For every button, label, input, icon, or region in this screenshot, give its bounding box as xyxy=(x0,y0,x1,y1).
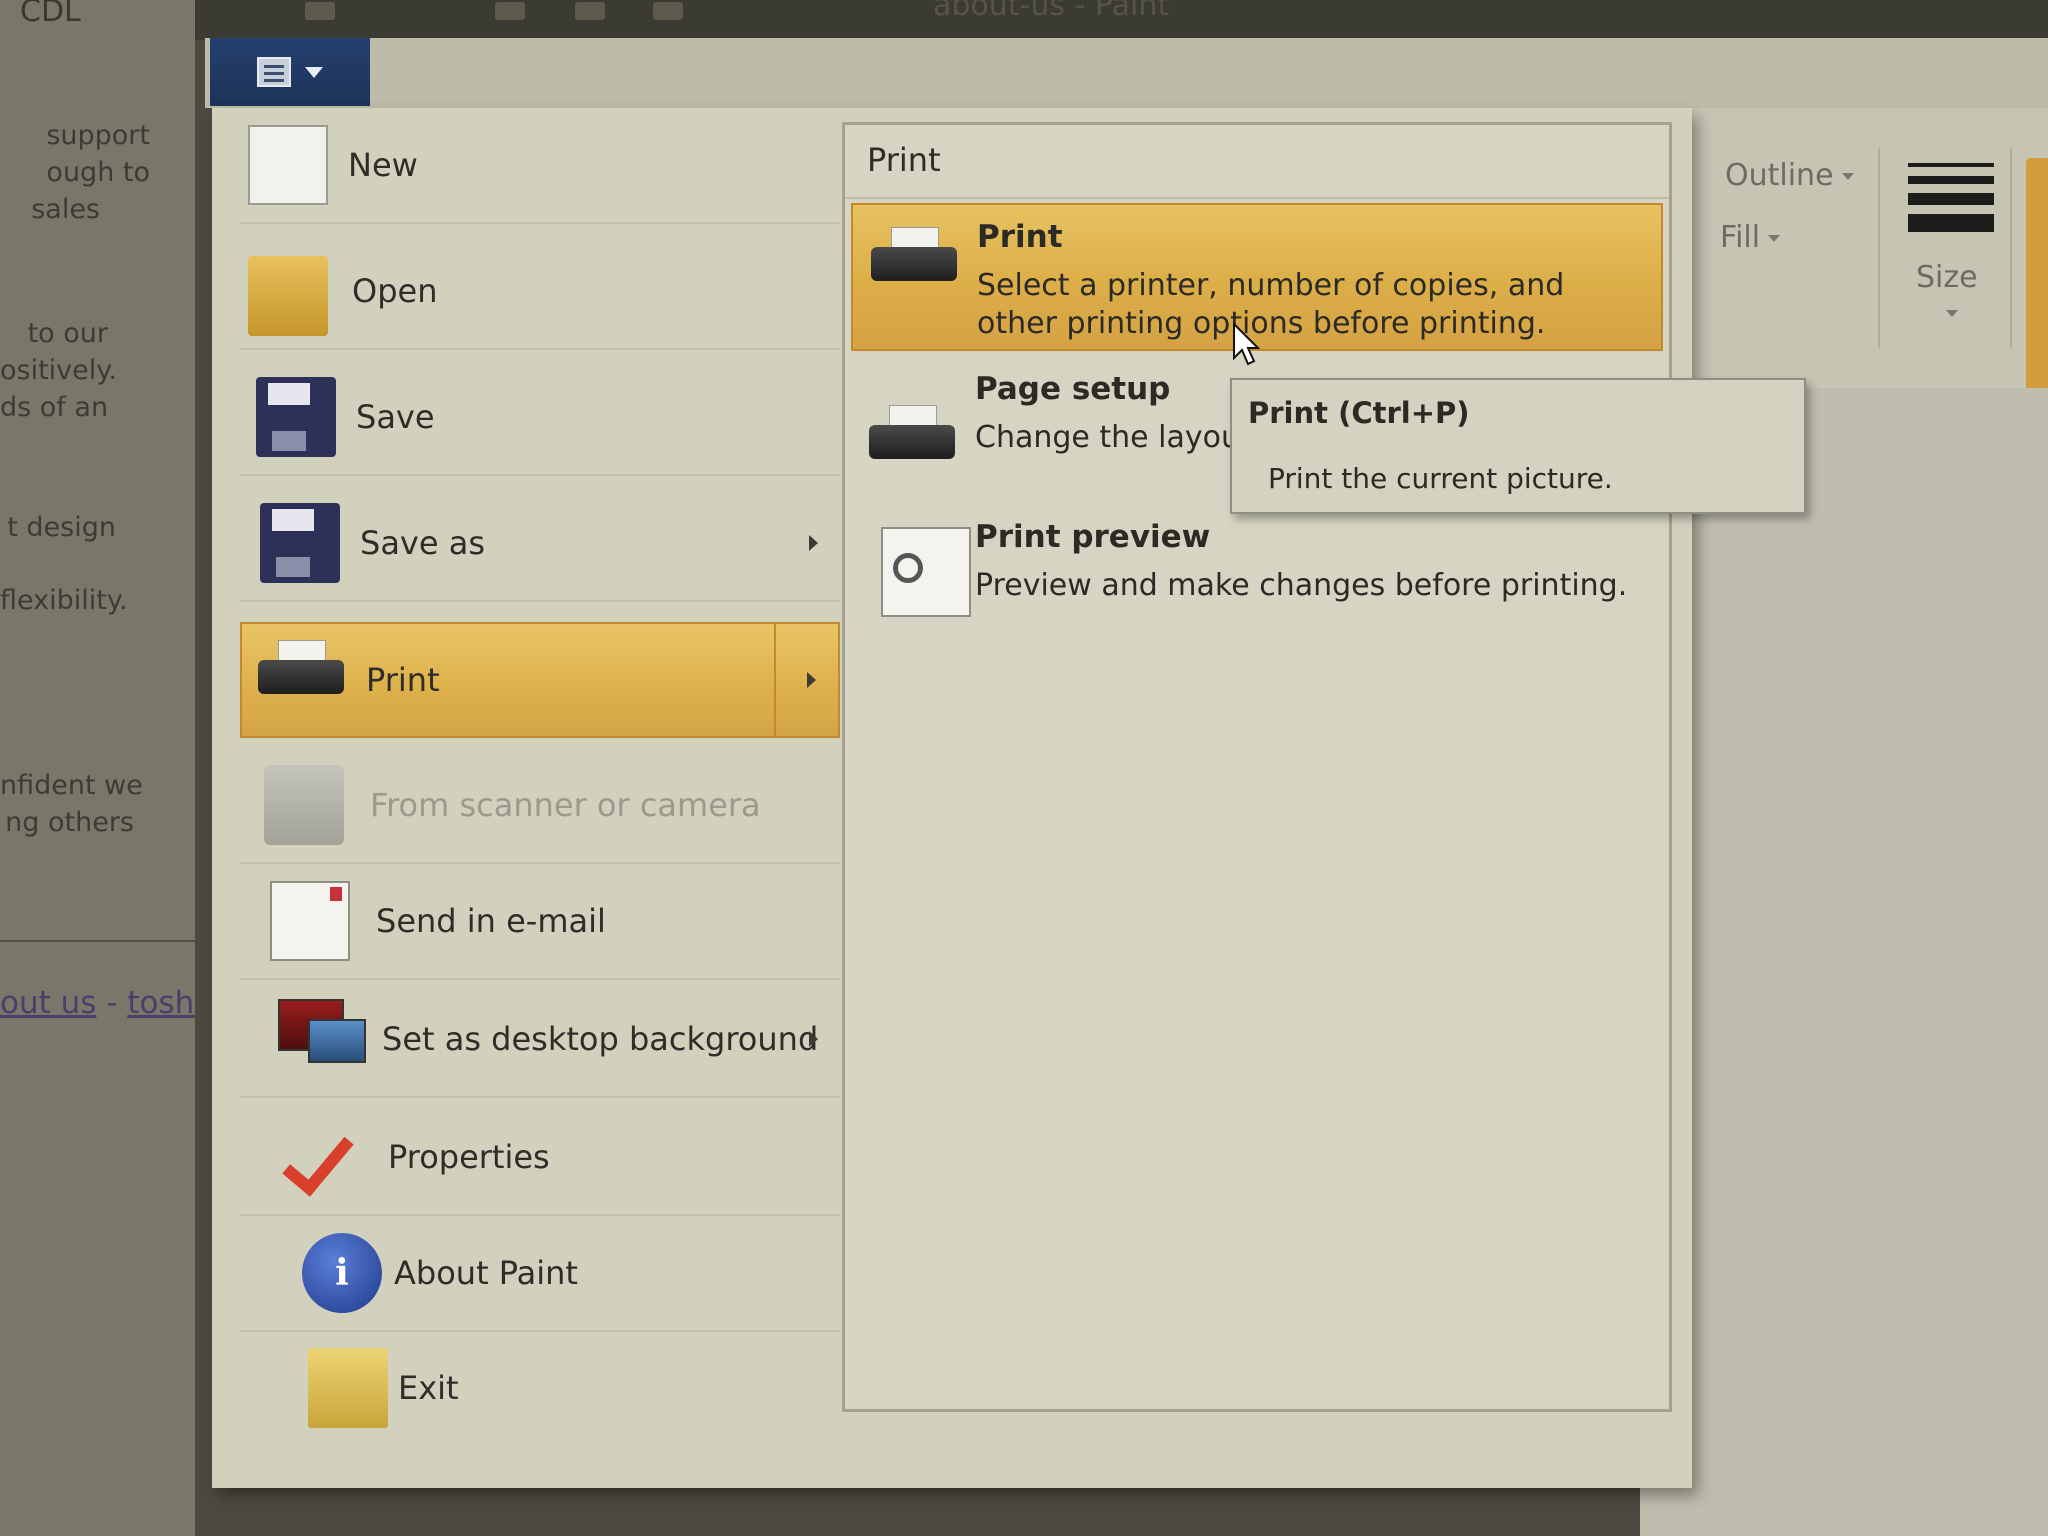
submenu-item-description: Preview and make changes before printing… xyxy=(975,568,1628,603)
menu-item-print[interactable]: Print xyxy=(240,622,840,738)
print-tooltip: Print (Ctrl+P) Print the current picture… xyxy=(1230,378,1806,514)
menu-item-label: About Paint xyxy=(394,1254,578,1292)
document-icon xyxy=(257,57,291,87)
menu-item-label: Open xyxy=(352,272,438,310)
menu-item-label: New xyxy=(348,146,418,184)
background-text-line: ough to xyxy=(46,157,150,188)
submenu-arrow-icon xyxy=(807,672,816,688)
info-icon: i xyxy=(302,1233,382,1313)
print-preview-icon xyxy=(881,527,971,617)
menu-item-label: Save xyxy=(356,398,435,436)
line-size-icon[interactable] xyxy=(1908,163,1994,241)
open-folder-icon xyxy=(248,256,328,336)
ribbon-divider xyxy=(1878,148,1880,348)
menu-item-label: From scanner or camera xyxy=(370,786,761,824)
quick-access-icon[interactable] xyxy=(575,2,605,20)
submenu-arrow-icon xyxy=(809,535,818,551)
menu-item-label: Save as xyxy=(360,524,485,562)
menu-item-desktop-background[interactable]: Set as desktop background xyxy=(240,982,840,1098)
menu-item-label: Send in e-mail xyxy=(376,902,606,940)
menu-item-save[interactable]: Save xyxy=(240,360,840,476)
background-document-window: CDL support ough to sales to our ositive… xyxy=(0,0,215,1536)
scanner-icon xyxy=(264,765,344,845)
submenu-item-title: Print preview xyxy=(975,519,1211,555)
background-text-line: flexibility. xyxy=(0,585,128,616)
ribbon-divider xyxy=(2010,148,2012,348)
background-link-separator: - xyxy=(96,985,128,1021)
background-text-line: sales xyxy=(31,194,100,225)
save-as-icon xyxy=(260,503,340,583)
submenu-heading-divider xyxy=(845,197,1669,199)
size-label[interactable]: Size xyxy=(1916,260,1978,295)
menu-item-about-paint[interactable]: i About Paint xyxy=(240,1216,840,1332)
quick-access-icon[interactable] xyxy=(495,2,525,20)
canvas-area[interactable] xyxy=(1640,388,2048,1536)
background-link[interactable]: out us xyxy=(0,985,96,1021)
menu-item-label: Exit xyxy=(398,1369,459,1407)
chevron-down-icon xyxy=(305,66,323,78)
fill-label: Fill xyxy=(1720,220,1761,255)
background-title-fragment: CDL xyxy=(20,0,81,29)
menu-item-open[interactable]: Open xyxy=(240,234,840,350)
chevron-down-icon xyxy=(1946,310,1958,317)
background-text-line: t design xyxy=(7,512,116,543)
background-text-line: ds of an xyxy=(0,392,109,423)
background-text-line: ositively. xyxy=(0,355,117,386)
floppy-disk-icon xyxy=(256,377,336,457)
menu-item-from-scanner[interactable]: From scanner or camera xyxy=(240,748,840,864)
quick-access-icon[interactable] xyxy=(305,2,335,20)
submenu-item-title: Page setup xyxy=(975,371,1171,407)
background-links: out us - toshib xyxy=(0,985,215,1021)
print-submenu: Print Print Select a printer, number of … xyxy=(842,122,1672,1412)
file-menu-button[interactable] xyxy=(210,38,370,106)
email-icon xyxy=(270,881,350,961)
exit-icon xyxy=(308,1348,388,1428)
outline-dropdown[interactable]: Outline xyxy=(1725,158,1854,193)
tooltip-description: Print the current picture. xyxy=(1268,462,1613,495)
menu-item-label: Print xyxy=(366,661,440,699)
chevron-down-icon xyxy=(1768,235,1781,242)
background-text-line: to our xyxy=(27,318,108,349)
fill-dropdown[interactable]: Fill xyxy=(1720,220,1781,255)
ribbon-tab-bar xyxy=(205,38,2048,108)
background-text-line: ng others xyxy=(5,807,134,838)
submenu-arrow-icon xyxy=(809,1031,818,1047)
application-menu-commands: New Open Save Save as Print From scanner… xyxy=(240,108,840,1458)
menu-item-exit[interactable]: Exit xyxy=(240,1330,840,1446)
menu-item-label: Set as desktop background xyxy=(382,1020,819,1058)
menu-item-label: Properties xyxy=(388,1138,550,1176)
background-separator xyxy=(0,940,215,942)
background-text-line: nfident we xyxy=(0,770,143,801)
menu-item-save-as[interactable]: Save as xyxy=(240,486,840,602)
submenu-item-print-preview[interactable]: Print preview Preview and make changes b… xyxy=(851,505,1663,653)
printer-icon xyxy=(258,640,344,720)
menu-item-send-email[interactable]: Send in e-mail xyxy=(240,864,840,980)
window-title: about-us - Paint xyxy=(933,0,1170,23)
background-text-line: support xyxy=(46,120,150,151)
menu-item-properties[interactable]: Properties xyxy=(240,1100,840,1216)
title-bar: about-us - Paint xyxy=(195,0,2048,40)
submenu-item-title: Print xyxy=(977,219,1063,255)
desktop-background-icon xyxy=(278,999,366,1079)
page-setup-icon xyxy=(869,379,959,469)
new-document-icon xyxy=(248,125,328,205)
ribbon-panel: Outline Fill Size xyxy=(1680,108,2048,438)
submenu-item-description: Select a printer, number of copies, and … xyxy=(977,268,1565,341)
chevron-down-icon xyxy=(1841,173,1854,180)
outline-label: Outline xyxy=(1725,158,1834,193)
menu-item-new[interactable]: New xyxy=(240,108,840,224)
split-button-divider xyxy=(774,624,776,736)
checkmark-icon xyxy=(286,1117,366,1197)
quick-access-icon[interactable] xyxy=(653,2,683,20)
printer-icon xyxy=(871,227,961,317)
submenu-heading: Print xyxy=(867,141,941,179)
mouse-cursor-icon xyxy=(1233,322,1260,366)
tooltip-title: Print (Ctrl+P) xyxy=(1248,396,1470,430)
